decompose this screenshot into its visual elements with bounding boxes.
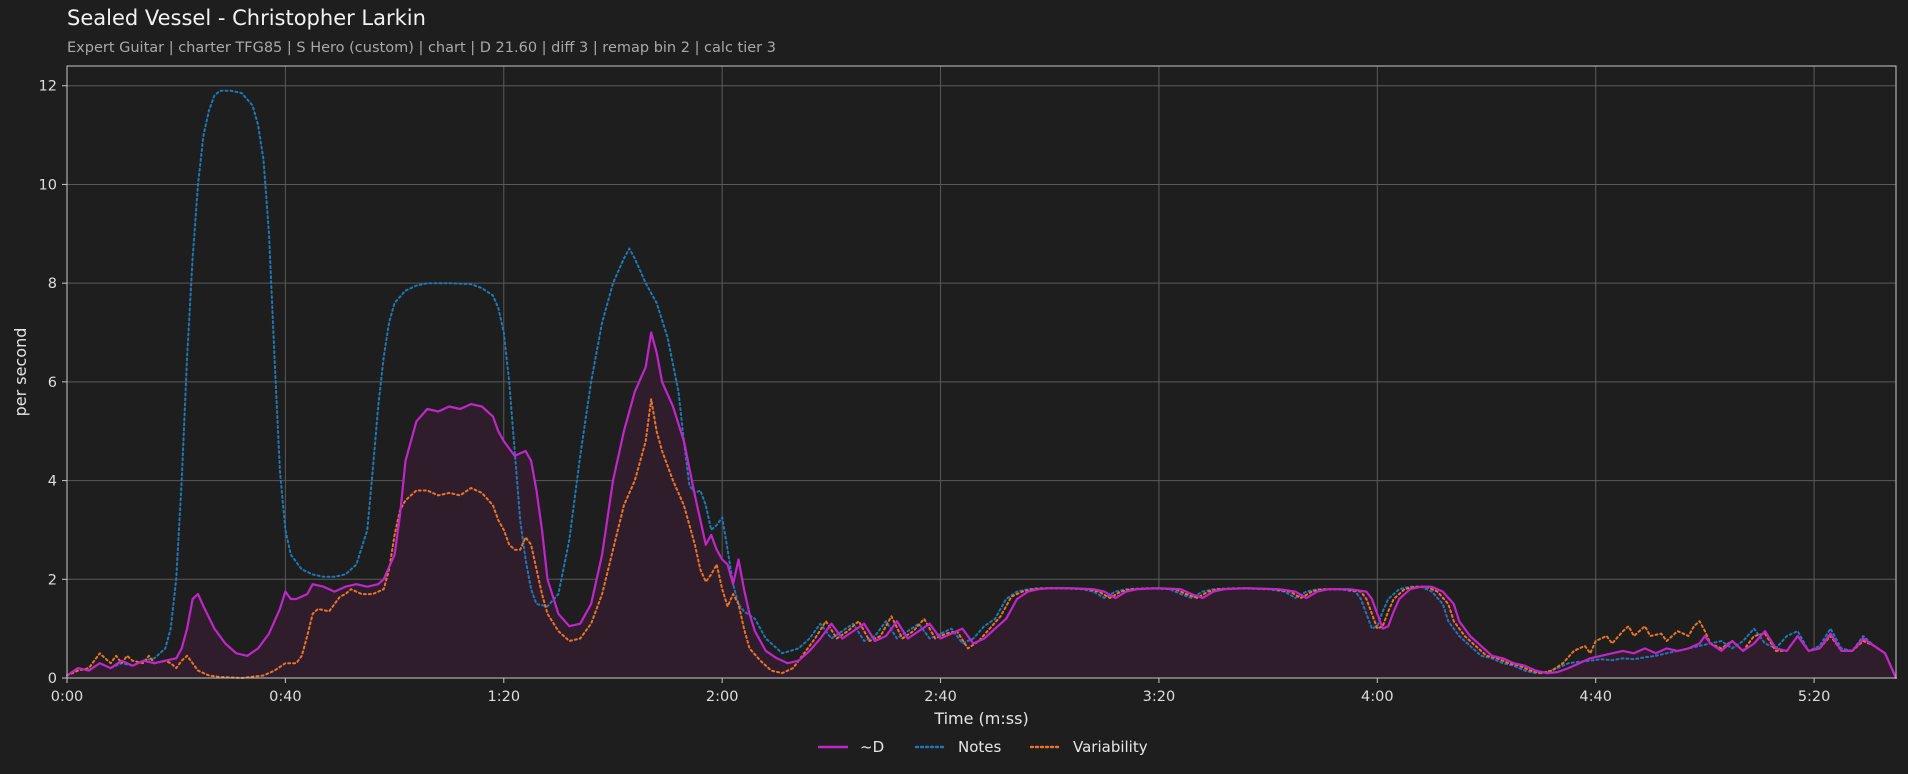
legend-label: ~D: [860, 738, 884, 756]
legend-label: Variability: [1073, 738, 1148, 756]
plot-frame: [66, 65, 1897, 679]
x-tick-label: 2:40: [924, 689, 957, 705]
grid-lines: [66, 66, 1896, 679]
x-axis-ticks: 0:00 0:40 1:20 2:00 2:40 3:20 4:00 4:40 5:20: [51, 678, 1831, 705]
x-tick-label: 2:00: [706, 689, 739, 705]
x-tick-label: 0:00: [51, 689, 84, 705]
y-tick-label: 8: [48, 276, 57, 292]
x-tick-label: 4:00: [1361, 689, 1394, 705]
y-tick-label: 4: [48, 474, 57, 490]
y-axis-ticks: 0 2 4 6 8 10 12: [39, 79, 67, 687]
plot-area: [66, 89, 1898, 679]
x-tick-label: 3:20: [1143, 689, 1176, 705]
x-tick-label: 4:40: [1579, 689, 1612, 705]
legend-label: Notes: [958, 738, 1002, 756]
y-tick-label: 2: [48, 572, 57, 588]
x-tick-label: 5:20: [1798, 689, 1831, 705]
y-axis-label: per second: [11, 328, 30, 417]
y-tick-label: 12: [39, 79, 57, 95]
x-axis-label: Time (m:ss): [933, 709, 1028, 728]
legend: ~D Notes Variability: [818, 738, 1148, 756]
y-tick-label: 6: [48, 375, 57, 391]
y-tick-label: 10: [39, 177, 57, 193]
y-tick-label: 0: [48, 671, 57, 687]
chart-canvas: 0:00 0:40 1:20 2:00 2:40 3:20 4:00 4:40 5:20 0 2 4…: [11, 65, 1898, 756]
series-area-d: [67, 332, 1896, 678]
x-tick-label: 0:40: [269, 689, 302, 705]
x-tick-label: 1:20: [487, 689, 520, 705]
